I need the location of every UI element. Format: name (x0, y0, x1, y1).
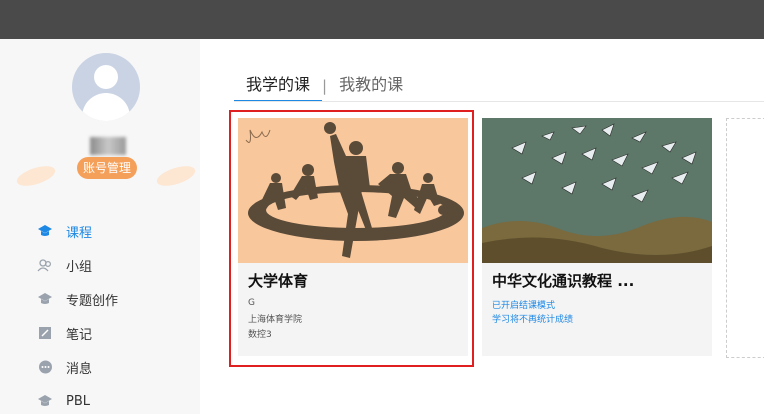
top-bar (0, 0, 764, 39)
sidebar-item-label: PBL (66, 393, 91, 409)
avatar-body-shape (82, 93, 130, 121)
sidebar-nav: 课程 小组 专题创作 笔记 消息 PBL (0, 214, 200, 418)
course-cover-image (482, 118, 712, 263)
note-icon (37, 325, 53, 341)
sidebar-item-topic-creation[interactable]: 专题创作 (0, 282, 200, 316)
tab-my-learning[interactable]: 我学的课 (234, 70, 323, 102)
tabs-divider (234, 101, 764, 102)
group-icon (37, 257, 53, 273)
decoration-right (154, 162, 198, 190)
sidebar-item-notes[interactable]: 笔记 (0, 316, 200, 350)
course-grade-note: 学习将不再统计成绩 (492, 315, 574, 325)
sidebar-item-label: 小组 (66, 259, 93, 275)
sidebar-item-label: 笔记 (66, 327, 93, 343)
add-course-placeholder[interactable] (726, 118, 764, 358)
pbl-icon (37, 393, 53, 409)
avatar[interactable] (72, 53, 140, 121)
sidebar-item-label: 专题创作 (66, 293, 119, 309)
sidebar-item-groups[interactable]: 小组 (0, 248, 200, 282)
sidebar-item-label: 消息 (66, 361, 93, 377)
creation-icon (37, 291, 53, 307)
selection-highlight (229, 110, 474, 367)
graduation-cap-icon (37, 223, 53, 239)
account-management-button[interactable]: 账号管理 (77, 157, 137, 179)
sidebar-item-messages[interactable]: 消息 (0, 350, 200, 384)
sidebar-item-courses[interactable]: 课程 (0, 214, 200, 248)
course-card[interactable]: 中华文化通识教程 ... 已开启结课模式 学习将不再统计成绩 (482, 118, 712, 356)
sidebar-item-label: 课程 (66, 225, 93, 241)
message-icon (37, 359, 53, 375)
sidebar: 账号管理 课程 小组 专题创作 笔记 消息 PBL (0, 39, 200, 414)
avatar-head-shape (94, 65, 118, 89)
course-tabs: 我学的课 | 我教的课 (234, 70, 415, 102)
sidebar-item-pbl[interactable]: PBL (0, 384, 200, 418)
course-status-note: 已开启结课模式 (492, 301, 556, 311)
username-redacted (90, 137, 126, 155)
decoration-left (14, 162, 58, 190)
course-title[interactable]: 中华文化通识教程 ... (492, 270, 634, 291)
tab-my-teaching[interactable]: 我教的课 (327, 70, 415, 102)
